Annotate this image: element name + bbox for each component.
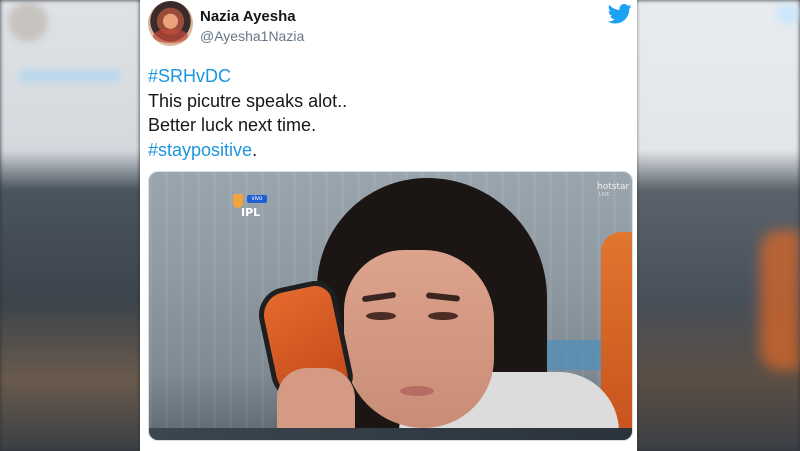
tweet-text-line: #staypositive. bbox=[148, 138, 618, 163]
blurred-orange-shape bbox=[760, 230, 800, 370]
lips bbox=[400, 386, 434, 396]
right-eye bbox=[428, 312, 458, 320]
avatar-detail bbox=[153, 29, 188, 43]
sponsor-badge: vivo bbox=[247, 195, 267, 203]
tweet-text: #SRHvDC This picutre speaks alot.. Bette… bbox=[148, 64, 618, 162]
ipl-logo: vivo IPL bbox=[233, 194, 273, 222]
blurred-avatar bbox=[8, 2, 48, 42]
tweet-media-image[interactable]: vivo IPL hotstar LIVE bbox=[148, 171, 633, 441]
broadcaster-logo: hotstar bbox=[597, 182, 630, 192]
tweet-text-line: Better luck next time. bbox=[148, 115, 317, 135]
person-face bbox=[344, 250, 494, 428]
ipl-text: IPL bbox=[241, 206, 261, 219]
user-avatar[interactable] bbox=[148, 1, 193, 46]
user-handle[interactable]: @Ayesha1Nazia bbox=[200, 28, 304, 44]
left-eye bbox=[366, 312, 396, 320]
twitter-bird-icon[interactable] bbox=[608, 4, 632, 24]
bottom-strip bbox=[149, 428, 632, 440]
display-name[interactable]: Nazia Ayesha bbox=[200, 8, 296, 25]
blurred-background-right bbox=[636, 0, 800, 451]
blurred-bird-icon bbox=[776, 4, 800, 24]
hashtag-link[interactable]: #SRHvDC bbox=[148, 64, 618, 89]
trailing-punctuation: . bbox=[252, 139, 258, 160]
tweet-text-line: This picutre speaks alot.. bbox=[148, 90, 348, 111]
broadcaster-sub: LIVE bbox=[599, 192, 610, 198]
right-eyebrow bbox=[425, 292, 461, 302]
left-eyebrow bbox=[361, 291, 397, 303]
tweet-card[interactable]: Nazia Ayesha @Ayesha1Nazia #SRHvDC This … bbox=[140, 0, 637, 451]
blurred-hashtag bbox=[20, 70, 120, 82]
hashtag-link[interactable]: #staypositive bbox=[148, 140, 252, 160]
blurred-background-left bbox=[0, 0, 140, 451]
